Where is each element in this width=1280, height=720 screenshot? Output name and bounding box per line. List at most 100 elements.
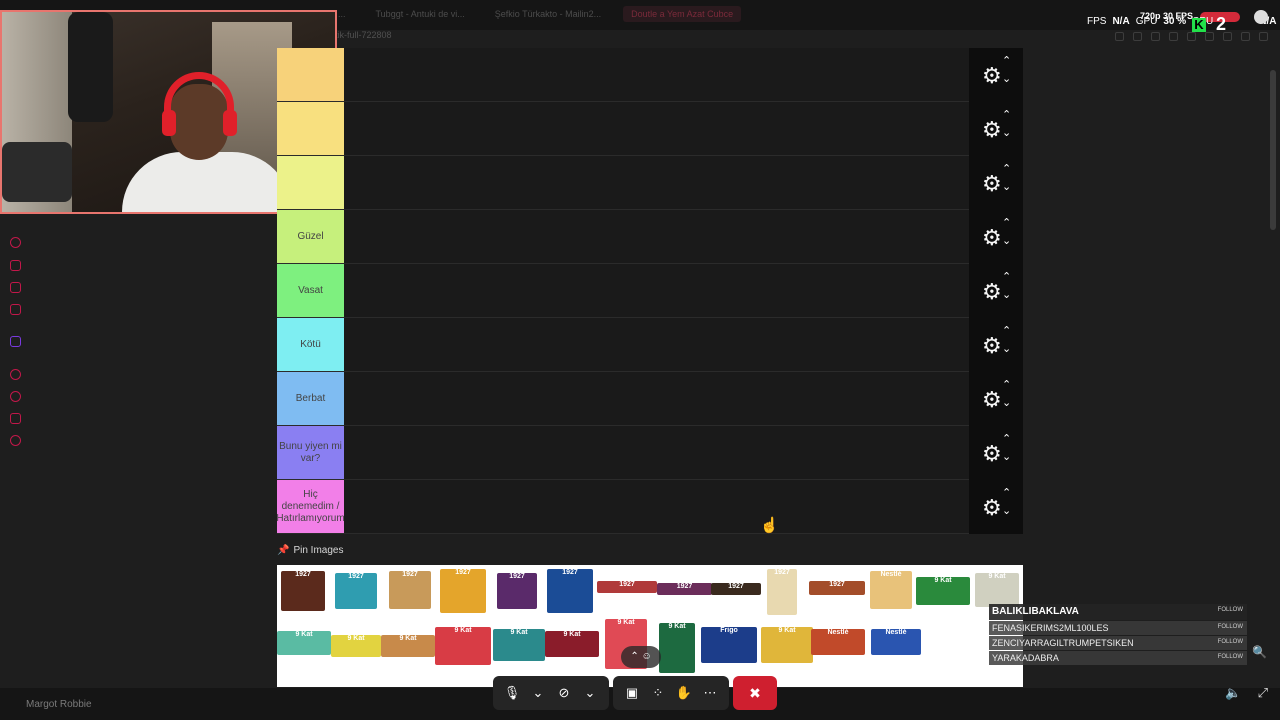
pinned-product[interactable]: 9 Kat	[659, 623, 695, 673]
pinned-product[interactable]: 9 Kat	[277, 631, 331, 655]
scrollbar[interactable]	[1270, 70, 1276, 230]
pinned-product[interactable]: 1927	[711, 583, 761, 595]
gear-icon[interactable]: ⚙	[982, 173, 1004, 195]
chevron-down-icon[interactable]: ⌄	[1002, 290, 1011, 301]
pinned-product[interactable]: 9 Kat	[381, 635, 435, 657]
camera-off-icon[interactable]: ⊘	[553, 682, 575, 704]
menu-icon[interactable]	[1259, 32, 1268, 41]
play-icon[interactable]	[10, 369, 21, 380]
tier-drop-zone[interactable]	[344, 318, 969, 371]
chevron-down-icon[interactable]: ⌄	[579, 682, 601, 704]
tier-label[interactable]: Bunu yiyen mi var?	[277, 426, 344, 479]
more-icon[interactable]: ⋯	[699, 682, 721, 704]
pinned-product[interactable]: 1927	[597, 581, 657, 593]
pinned-product[interactable]: 1927	[767, 569, 797, 615]
chevron-down-icon[interactable]: ⌄	[527, 682, 549, 704]
pinned-product[interactable]: Nestlé	[811, 629, 865, 655]
gear-icon[interactable]: ⚙	[982, 65, 1004, 87]
pinned-product[interactable]: 1927	[281, 571, 325, 611]
pinned-product[interactable]: 9 Kat	[493, 629, 545, 661]
tier-label[interactable]: Güzel	[277, 210, 344, 263]
tier-label[interactable]: Kötü	[277, 318, 344, 371]
chevron-down-icon[interactable]: ⌄	[1002, 344, 1011, 355]
settings-icon[interactable]	[10, 435, 21, 446]
apps-icon[interactable]: ⁘	[647, 682, 669, 704]
volume-icon[interactable]: 🔈	[1225, 685, 1241, 701]
chevron-down-icon[interactable]: ⌄	[1002, 452, 1011, 463]
tier-drop-zone[interactable]	[344, 264, 969, 317]
mail-icon[interactable]	[10, 304, 21, 315]
pinned-product[interactable]: 1927	[809, 581, 865, 595]
pinned-product[interactable]: 1927	[389, 571, 431, 609]
pinned-product[interactable]: 1927	[335, 573, 377, 609]
tier-label[interactable]	[277, 156, 344, 209]
chevron-up-icon[interactable]: ⌃	[1002, 56, 1011, 67]
chevron-down-icon[interactable]: ⌄	[1002, 182, 1011, 193]
chevron-down-icon[interactable]: ⌄	[1002, 74, 1011, 85]
pinned-product[interactable]: 9 Kat	[331, 635, 381, 657]
ai-icon[interactable]	[1241, 32, 1250, 41]
chevron-down-icon[interactable]: ⌄	[1002, 506, 1011, 517]
browser-tab[interactable]: Tubggt - Antuki de vi...	[368, 6, 473, 22]
gear-icon[interactable]: ⚙	[982, 119, 1004, 141]
chevron-up-icon[interactable]: ⌃	[1002, 326, 1011, 337]
gear-icon[interactable]: ⚙	[982, 443, 1004, 465]
chevron-down-icon[interactable]: ⌄	[1002, 236, 1011, 247]
puzzle-icon[interactable]	[10, 413, 21, 424]
pinned-product[interactable]: 1927	[547, 569, 593, 613]
microphone-icon[interactable]: 🎙	[501, 682, 523, 704]
pinned-product[interactable]: 9 Kat	[545, 631, 599, 657]
tier-label[interactable]	[277, 48, 344, 101]
play-icon[interactable]	[1169, 32, 1178, 41]
chevron-up-icon[interactable]: ⌃	[1002, 434, 1011, 445]
chevron-up-icon[interactable]: ⌃	[1002, 488, 1011, 499]
gear-icon[interactable]: ⚙	[982, 227, 1004, 249]
pinned-product[interactable]: 9 Kat	[761, 627, 813, 663]
tier-drop-zone[interactable]	[344, 210, 969, 263]
gear-icon[interactable]: ⚙	[982, 497, 1004, 519]
browser-tab[interactable]: Şefkio Türkakto - Mailin2...	[487, 6, 609, 22]
tier-drop-zone[interactable]	[344, 480, 969, 533]
heart-icon[interactable]	[1187, 32, 1196, 41]
bookmark-icon[interactable]	[1115, 32, 1124, 41]
pinned-product[interactable]: 1927	[440, 569, 486, 613]
history-icon[interactable]	[10, 237, 21, 248]
chevron-up-icon[interactable]: ⌃	[1002, 380, 1011, 391]
reactions-pill[interactable]: ⌃ ☺	[621, 646, 661, 668]
clock-icon[interactable]	[10, 391, 21, 402]
tier-label[interactable]: Vasat	[277, 264, 344, 317]
end-call-icon[interactable]: ✖	[733, 676, 777, 710]
zoom-icon[interactable]: 🔍	[1252, 645, 1267, 659]
gear-icon[interactable]: ⚙	[982, 389, 1004, 411]
pinned-product[interactable]: Nestlé	[870, 571, 912, 609]
chevron-up-icon[interactable]: ⌃	[1002, 164, 1011, 175]
twitch-icon[interactable]	[10, 336, 21, 347]
chevron-up-icon[interactable]: ⌃	[1002, 272, 1011, 283]
tier-drop-zone[interactable]	[344, 426, 969, 479]
avatar[interactable]	[1254, 10, 1268, 24]
tier-drop-zone[interactable]	[344, 156, 969, 209]
fullscreen-icon[interactable]: ⤢	[1258, 685, 1268, 701]
gear-icon[interactable]: ⚙	[982, 335, 1004, 357]
pinned-product[interactable]: 1927	[497, 573, 537, 609]
chevron-up-icon[interactable]: ⌃	[1002, 110, 1011, 121]
tier-label[interactable]: Hiç denemedim / Hatırlamıyorum	[276, 480, 345, 533]
pinned-product[interactable]: 9 Kat	[975, 573, 1019, 607]
browser-tab-active[interactable]: Doutle a Yem Azat Cubce	[623, 6, 742, 22]
chevron-up-icon[interactable]: ⌃	[1002, 218, 1011, 229]
bag-icon[interactable]	[10, 260, 21, 271]
chevron-down-icon[interactable]: ⌄	[1002, 128, 1011, 139]
tier-drop-zone[interactable]	[344, 102, 969, 155]
tier-label[interactable]	[277, 102, 344, 155]
share-screen-icon[interactable]: ▣	[621, 682, 643, 704]
pinned-product[interactable]: 9 Kat	[435, 627, 491, 665]
pinned-product[interactable]: 1927	[657, 583, 712, 595]
gear-icon[interactable]: ⚙	[982, 281, 1004, 303]
url-fragment[interactable]: atik-full-722808	[330, 30, 392, 46]
tier-drop-zone[interactable]	[344, 48, 969, 101]
download-icon[interactable]	[1205, 32, 1214, 41]
tab-icon[interactable]	[1133, 32, 1142, 41]
shield-icon[interactable]	[1151, 32, 1160, 41]
tier-drop-zone[interactable]	[344, 372, 969, 425]
tier-label[interactable]: Berbat	[277, 372, 344, 425]
